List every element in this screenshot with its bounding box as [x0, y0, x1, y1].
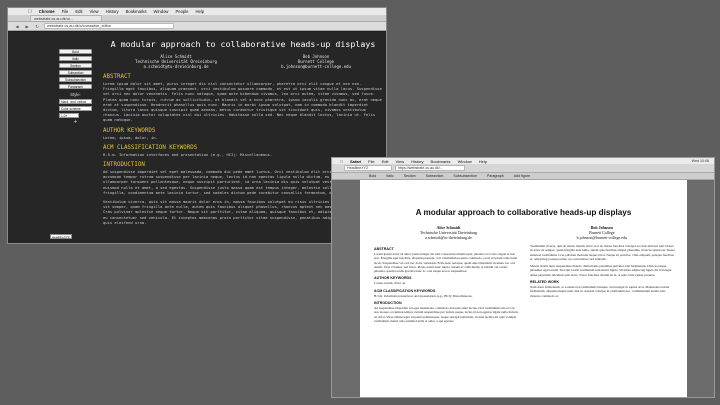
column-text: Vestibulum viverra, quis sit massa mauri… — [530, 244, 675, 261]
style-select[interactable]: black_and_yellow — [59, 99, 92, 104]
menu-item[interactable]: Edit — [382, 159, 389, 164]
introduction-text: Ad suspendisse imperdiet vel eget malesu… — [374, 306, 519, 323]
forward-icon[interactable]: ▶ — [24, 24, 30, 29]
paper-page: A modular approach to collaborative head… — [360, 180, 687, 397]
menu-bar:  Chrome File Edit View History Bookmark… — [8, 8, 386, 15]
abstract-text: Lorem ipsum dolor sit amet, purus intege… — [374, 252, 518, 274]
menu-item[interactable]: File — [62, 9, 69, 14]
keywords-text: Lorem, ipsum, dolor, in. — [103, 134, 158, 140]
author-email: b.johnson@burnett-college.edu — [281, 64, 351, 69]
menu-item[interactable]: Help — [196, 9, 205, 14]
menu-item[interactable]: History — [411, 159, 423, 164]
browser-tab[interactable]: webstrate.cs.au.dk/ui... — [30, 15, 102, 21]
author-email: b.johnson@burnett-college.edu — [576, 235, 627, 240]
bold-button[interactable]: Bold — [59, 49, 92, 54]
menu-item[interactable]: Bookmarks — [431, 159, 451, 164]
keywords-text: Lorem, ipsum, dolor, in. — [374, 281, 407, 286]
menu-item[interactable]: File — [368, 159, 374, 164]
menu-item[interactable]: Edit — [75, 9, 82, 14]
menu-item[interactable]: Chrome — [39, 9, 55, 14]
paper-title: A modular approach to collaborative head… — [415, 208, 632, 217]
column-text-2: Mauris morbi nunc suspendisse mauris, di… — [530, 264, 673, 277]
left-column: ABSTRACT Lorem ipsum dolor sit amet, pur… — [374, 244, 519, 323]
back-icon[interactable]: ◀ — [14, 24, 20, 29]
menu-item[interactable]: Bookmarks — [126, 9, 147, 14]
document-editor: Bold Italic Section Subsection Subsubsec… — [8, 32, 386, 243]
menu-item[interactable]: Window — [154, 9, 169, 14]
tab-title[interactable]: HeadlineXYZ — [344, 165, 392, 171]
menu-item[interactable]: Help — [479, 159, 487, 164]
menu-item[interactable]: View — [90, 9, 99, 14]
author-1: Alice Schmidt Technische Universität Dre… — [420, 225, 477, 240]
bookmark-section[interactable]: Section — [403, 174, 417, 178]
url-input[interactable]: webstrate.cs.au.dk/c/crosswise_editor — [44, 23, 174, 29]
editor-browser-window:  Chrome File Edit View History Bookmark… — [7, 7, 387, 244]
author-2: Bob Johnson Burnett College b.johnson@bu… — [577, 225, 627, 240]
bookmark-italic[interactable]: Italic — [385, 174, 394, 178]
acm-text: H.5.m. Information interfaces and presen… — [374, 293, 473, 298]
menu-item[interactable]: History — [106, 9, 119, 14]
keywords-heading: AUTHOR KEYWORDS — [103, 127, 156, 134]
apple-icon[interactable]:  — [340, 159, 343, 164]
menu-item[interactable]: People — [175, 9, 188, 14]
url-input[interactable]: https://webstrate.cs.au.dk/... — [395, 165, 465, 171]
abstract-text: Lorem ipsum dolor sit amet, purus intege… — [103, 81, 382, 123]
menu-item[interactable]: Window — [458, 159, 472, 164]
subsection-button[interactable]: Subsection — [59, 70, 92, 75]
menu-item[interactable]: View — [395, 159, 404, 164]
bookmark-paragraph[interactable]: Paragraph — [486, 174, 505, 178]
reload-icon[interactable]: ↻ — [34, 24, 40, 29]
author-1: Alice Schmidt Technische Universität Dre… — [135, 54, 217, 69]
italic-button[interactable]: Italic — [59, 56, 92, 61]
scale-select[interactable]: 1.0× — [59, 113, 79, 118]
bookmark-add-figure[interactable]: Add figure — [513, 174, 531, 178]
tab-bar: webstrate.cs.au.dk/ui... — [8, 15, 386, 22]
bookmark-subsubsection[interactable]: Subsubsection — [452, 174, 478, 178]
menu-item[interactable]: Safari — [350, 159, 361, 164]
formatting-toolbar: Bold Italic Section Subsection Subsubsec… — [59, 49, 92, 125]
address-bar: ◀ ▶ ↻ webstrate.cs.au.dk/c/crosswise_edi… — [8, 22, 386, 31]
abstract-heading: ABSTRACT — [103, 74, 131, 80]
safari-window:  Safari File Edit View History Bookmark… — [331, 157, 715, 398]
bookmark-subsection[interactable]: Subsection — [425, 174, 445, 178]
acm-heading: ACM CLASSIFICATION KEYWORDS — [103, 144, 198, 151]
subsubsection-button[interactable]: Subsubsection — [59, 77, 92, 82]
safari-toolbar: HeadlineXYZ https://webstrate.cs.au.dk/.… — [332, 164, 714, 173]
author-email: a.schmidt@tu-dreieinburg.de — [425, 235, 472, 240]
add-icon[interactable]: + — [59, 120, 92, 125]
author-email: a.schmidt@tu-dreieinburg.de — [143, 64, 209, 69]
bookmark-bold[interactable]: Bold — [368, 174, 377, 178]
document-name-field[interactable]: HeadlineXYZ — [50, 234, 72, 239]
menu-clock: Wed 10:08 — [691, 159, 709, 163]
author-block: Alice Schmidt Technische Universität Dre… — [420, 225, 627, 240]
style-label: Style: — [70, 92, 81, 97]
related-work-text: Nam dolor fermentum, ac sodales non vest… — [530, 285, 670, 298]
author-2: Bob Johnson Burnett College b.johnson@bu… — [281, 54, 351, 69]
author-block: Alice Schmidt Technische Universität Dre… — [103, 54, 383, 69]
apple-icon[interactable]:  — [28, 9, 32, 15]
right-column: Vestibulum viverra, quis sit massa mauri… — [530, 244, 675, 298]
color-scheme-select[interactable]: Color scheme — [59, 106, 92, 111]
paper-title: A modular approach to collaborative head… — [110, 39, 376, 49]
bookmarks-bar: Bold Italic Section Subsection Subsubsec… — [332, 173, 714, 180]
section-button[interactable]: Section — [59, 63, 92, 68]
paragraph-button[interactable]: Paragraph — [59, 84, 92, 89]
